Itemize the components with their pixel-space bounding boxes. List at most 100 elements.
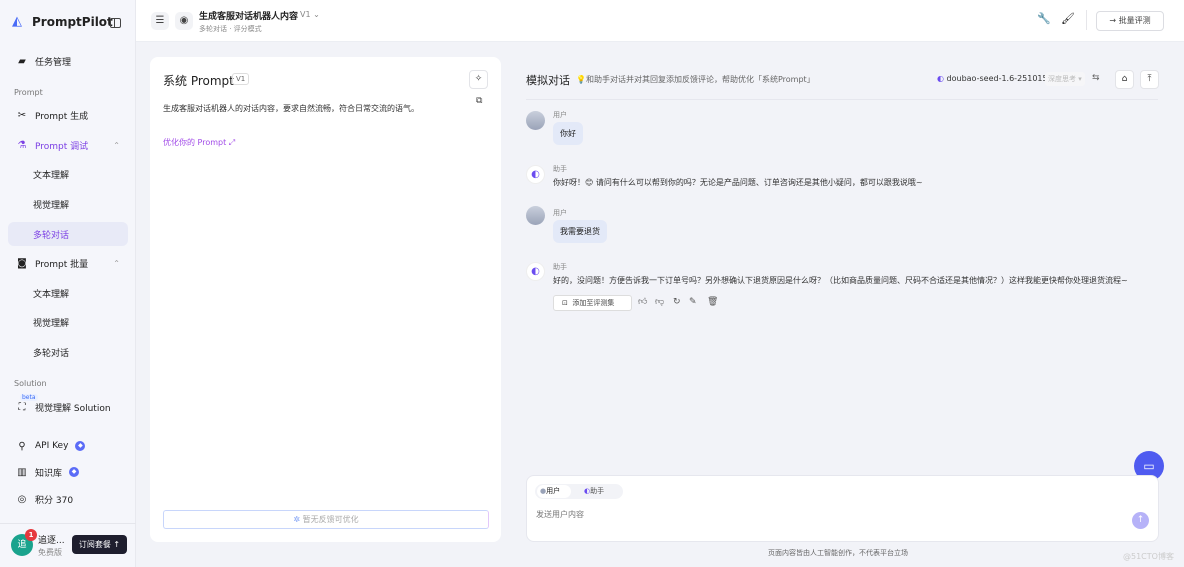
assistant-avatar-icon: ◐: [526, 262, 545, 281]
assistant-message: 你好呀！😊 请问有什么可以帮到你的吗？无论是产品问题、订单咨询还是其他小疑问，都…: [553, 178, 923, 187]
sidebar-item-debug-vision[interactable]: 视觉理解: [8, 192, 128, 216]
label: Prompt 生成: [35, 111, 89, 122]
page-subtitle: 多轮对话 · 评分模式: [199, 25, 262, 33]
message-role: 用户: [553, 209, 567, 217]
model-select[interactable]: ◐ doubao-seed-1.6-251015: [937, 74, 1048, 83]
books-icon: ▥: [17, 466, 27, 478]
label: API Key: [35, 441, 69, 451]
user-avatar-icon: [526, 206, 545, 225]
sidebar-item-batch-multiturn[interactable]: 多轮对话: [8, 340, 128, 364]
subscribe-button[interactable]: 订阅套餐 ↑: [72, 535, 127, 554]
watermark: @51CTO博客: [1123, 552, 1174, 561]
send-button[interactable]: ↑: [1132, 512, 1149, 529]
flask-icon: ⚗: [17, 139, 27, 151]
sidebar-item-debug-multiturn[interactable]: 多轮对话: [8, 222, 128, 246]
optimize-prompt-link[interactable]: 优化你的 Prompt ⤢: [163, 137, 235, 148]
sidebar-item-visual-solution[interactable]: ⛶ 视觉理解 Solution: [8, 395, 128, 419]
sidebar-item-batch-vision[interactable]: 视觉理解: [8, 310, 128, 334]
plan-label: 免费版: [38, 548, 62, 557]
sidebar-item-knowledge-base[interactable]: ▥ 知识库 ◆: [8, 460, 128, 484]
assistant-message: 好的，没问题！方便告诉我一下订单号吗？另外想确认下退货原因是什么呀？（比如商品质…: [553, 276, 1128, 285]
sidebar-collapse-icon[interactable]: [110, 18, 121, 28]
disclaimer: 页面内容皆由人工智能创作，不代表平台立场: [768, 549, 908, 557]
version-select[interactable]: V1 ⌄: [300, 10, 320, 19]
deep-think-toggle[interactable]: 深度思考 ▾: [1045, 72, 1085, 86]
label: 任务管理: [35, 57, 72, 68]
clear-icon[interactable]: ⌂: [1115, 70, 1134, 89]
model-name: doubao-seed-1.6-251015: [946, 74, 1048, 83]
promptpilot-logo-icon: ◭: [12, 14, 22, 29]
export-icon[interactable]: ⤒: [1140, 70, 1159, 89]
add-to-eval-button[interactable]: ⊡ 添加至评测集: [553, 295, 632, 311]
bulb-icon: 💡: [576, 75, 586, 84]
menu-icon[interactable]: ☰: [151, 12, 169, 30]
message-input[interactable]: 发送用户内容: [536, 509, 584, 520]
brand-name: PromptPilot: [32, 15, 113, 29]
label: 视觉理解: [33, 200, 70, 211]
premium-icon: ◆: [75, 441, 86, 451]
edit-icon[interactable]: ✎: [689, 297, 697, 307]
thumbs-up-icon[interactable]: 👍︎: [638, 297, 647, 307]
message-role: 用户: [553, 111, 567, 119]
page-title: 生成客服对话机器人内容: [199, 12, 299, 22]
scan-icon: ⛶: [18, 401, 26, 413]
delete-icon[interactable]: 🗑︎: [707, 297, 718, 307]
label: 文本理解: [33, 170, 70, 181]
arrow-right-icon: →: [1109, 16, 1119, 25]
label: 视觉理解: [33, 318, 70, 329]
brand-logo[interactable]: ◭ PromptPilot: [12, 14, 113, 30]
user-name: 追逐...: [38, 536, 65, 546]
label: 用户: [546, 487, 561, 495]
version: V1: [300, 10, 311, 19]
sidebar-item-prompt-batch[interactable]: ◙ Prompt 批量 ⌃: [8, 251, 128, 275]
role-user-tab[interactable]: ●用户: [537, 485, 571, 498]
tool-icon[interactable]: 🔧: [1037, 12, 1051, 25]
label: 多轮对话: [33, 230, 70, 241]
label: 批量评测: [1118, 16, 1151, 25]
sidebar-item-debug-text[interactable]: 文本理解: [8, 162, 128, 186]
no-feedback-button[interactable]: ✲ 暂无反馈可优化: [163, 510, 489, 529]
batch-eval-button[interactable]: → 批量评测: [1096, 11, 1164, 31]
label: 添加至评测集: [572, 299, 615, 307]
target-icon[interactable]: ◉: [175, 12, 193, 30]
divider: [526, 99, 1158, 100]
settings-sliders-icon[interactable]: ⇆: [1092, 73, 1100, 83]
notification-badge: 1: [25, 529, 37, 541]
prompt-content[interactable]: 生成客服对话机器人的对话内容，要求自然流畅，符合日常交流的语气。: [163, 103, 419, 114]
sidebar-item-batch-text[interactable]: 文本理解: [8, 281, 128, 305]
batch-icon: ◙: [17, 257, 27, 269]
divider: [1086, 10, 1087, 30]
magic-wand-icon[interactable]: ✧: [469, 70, 488, 89]
panel-title: 系统 Prompt: [163, 74, 234, 88]
user-message: 我需要退货: [553, 220, 607, 243]
label: 积分 370: [35, 495, 74, 506]
model-icon: ◐: [937, 74, 947, 83]
chevron-up-icon: ⌃: [113, 140, 120, 150]
label: 优化你的 Prompt: [163, 138, 227, 147]
copy-icon[interactable]: ⧉: [476, 96, 482, 106]
sidebar: ◭ PromptPilot ▰ 任务管理 Prompt ✂ Prompt 生成 ⚗ Pr…: [0, 0, 136, 567]
sidebar-item-task-management[interactable]: ▰ 任务管理: [8, 49, 128, 73]
sidebar-item-points[interactable]: ◎ 积分 370: [8, 487, 128, 511]
generate-icon: ✂: [17, 109, 27, 121]
points-icon: ◎: [17, 493, 27, 505]
label: 助手: [590, 487, 605, 495]
chat-hint: 💡和助手对话并对其回复添加反馈评论，帮助优化「系统Prompt」: [576, 74, 815, 85]
thumbs-down-icon[interactable]: 👎︎: [655, 297, 664, 307]
section-solution: Solution: [14, 379, 47, 388]
role-assistant-tab[interactable]: ◐助手: [584, 485, 604, 498]
folder-icon: ▰: [18, 55, 26, 67]
label: 视觉理解 Solution: [35, 403, 111, 414]
regenerate-icon[interactable]: ↻: [673, 297, 681, 307]
message-role: 助手: [553, 263, 567, 271]
header: ☰ ◉ 生成客服对话机器人内容 V1 ⌄ 多轮对话 · 评分模式 🔧 🖌 → 批…: [136, 0, 1184, 42]
section-prompt: Prompt: [14, 88, 43, 97]
brush-icon[interactable]: 🖌: [1061, 12, 1075, 25]
sidebar-item-api-key[interactable]: ⚲ API Key ◆: [8, 434, 128, 458]
chat-title: 模拟对话: [526, 74, 570, 87]
label: Prompt 批量: [35, 259, 89, 270]
system-prompt-panel: 系统 Prompt V1 ✧ ⧉ 生成客服对话机器人的对话内容，要求自然流畅，符…: [150, 57, 501, 542]
sidebar-item-prompt-debug[interactable]: ⚗ Prompt 调试 ⌃: [8, 133, 128, 157]
sidebar-item-prompt-generate[interactable]: ✂ Prompt 生成: [8, 103, 128, 127]
user-avatar-icon: [526, 111, 545, 130]
